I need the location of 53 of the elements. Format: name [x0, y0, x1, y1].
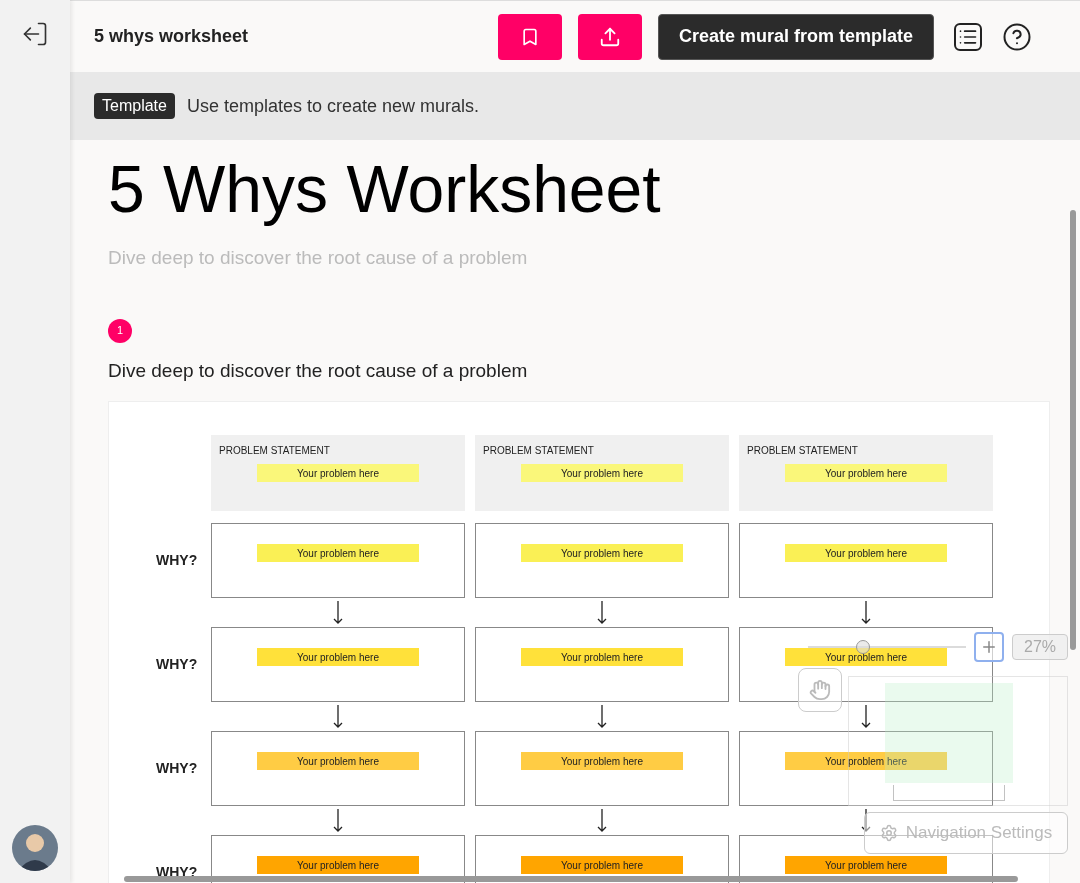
create-mural-button[interactable]: Create mural from template — [657, 13, 934, 60]
user-avatar[interactable] — [12, 825, 58, 871]
sticky-note[interactable]: Your problem here — [785, 648, 947, 666]
hand-tool-button[interactable] — [798, 668, 842, 712]
down-arrow-icon — [333, 600, 343, 625]
upload-icon — [598, 25, 621, 48]
board-title: 5 whys worksheet — [94, 25, 250, 48]
zoom-in-button[interactable] — [974, 632, 1004, 662]
gear-icon — [879, 824, 898, 842]
why-label: WHY? — [155, 655, 199, 674]
sticky-note[interactable]: Your problem here — [257, 648, 419, 666]
down-arrow-icon — [333, 808, 343, 833]
sticky-note[interactable]: Your problem here — [785, 464, 947, 482]
why-label: WHY? — [155, 759, 199, 778]
down-arrow-icon — [333, 704, 343, 729]
sticky-note[interactable]: Your problem here — [521, 464, 683, 482]
down-arrow-icon — [597, 808, 607, 833]
down-arrow-icon — [861, 808, 871, 833]
sticky-note[interactable]: Your problem here — [521, 544, 683, 562]
sticky-note[interactable]: Your problem here — [257, 464, 419, 482]
help-icon[interactable] — [1002, 21, 1032, 52]
zoom-slider[interactable] — [808, 640, 966, 654]
why-label: WHY? — [155, 551, 199, 570]
template-tag: Template — [94, 93, 175, 119]
horizontal-scrollbar[interactable] — [124, 876, 1018, 882]
list-icon[interactable] — [954, 22, 982, 51]
sticky-note[interactable]: Your problem here — [521, 752, 683, 770]
bookmark-button[interactable] — [497, 13, 562, 60]
step-heading: Dive deep to discover the root cause of a problem — [108, 358, 529, 383]
page-subtitle: Dive deep to discover the root cause of a problem — [108, 246, 529, 270]
zoom-level: 27% — [1012, 634, 1068, 660]
down-arrow-icon — [597, 704, 607, 729]
sticky-note[interactable]: Your problem here — [257, 856, 419, 874]
sticky-note[interactable]: Your problem here — [521, 856, 683, 874]
hand-icon — [809, 679, 831, 701]
minimap[interactable] — [848, 676, 1068, 806]
down-arrow-icon — [861, 600, 871, 625]
sticky-note[interactable]: Your problem here — [785, 752, 947, 770]
step-badge: 1 — [108, 318, 132, 343]
sticky-note[interactable]: Your problem here — [257, 544, 419, 562]
vertical-scrollbar[interactable] — [1070, 210, 1076, 650]
problem-statement-label: PROBLEM STATEMENT — [483, 444, 595, 458]
exit-icon[interactable] — [21, 20, 49, 48]
problem-statement-label: PROBLEM STATEMENT — [219, 444, 331, 458]
problem-statement-label: PROBLEM STATEMENT — [747, 444, 859, 458]
down-arrow-icon — [861, 704, 871, 729]
sticky-note[interactable]: Your problem here — [521, 648, 683, 666]
sticky-note[interactable]: Your problem here — [257, 752, 419, 770]
sticky-note[interactable]: Your problem here — [785, 856, 947, 874]
sticky-note[interactable]: Your problem here — [785, 544, 947, 562]
banner-text: Use templates to create new murals. — [186, 94, 480, 118]
share-button[interactable] — [577, 13, 642, 60]
down-arrow-icon — [597, 600, 607, 625]
